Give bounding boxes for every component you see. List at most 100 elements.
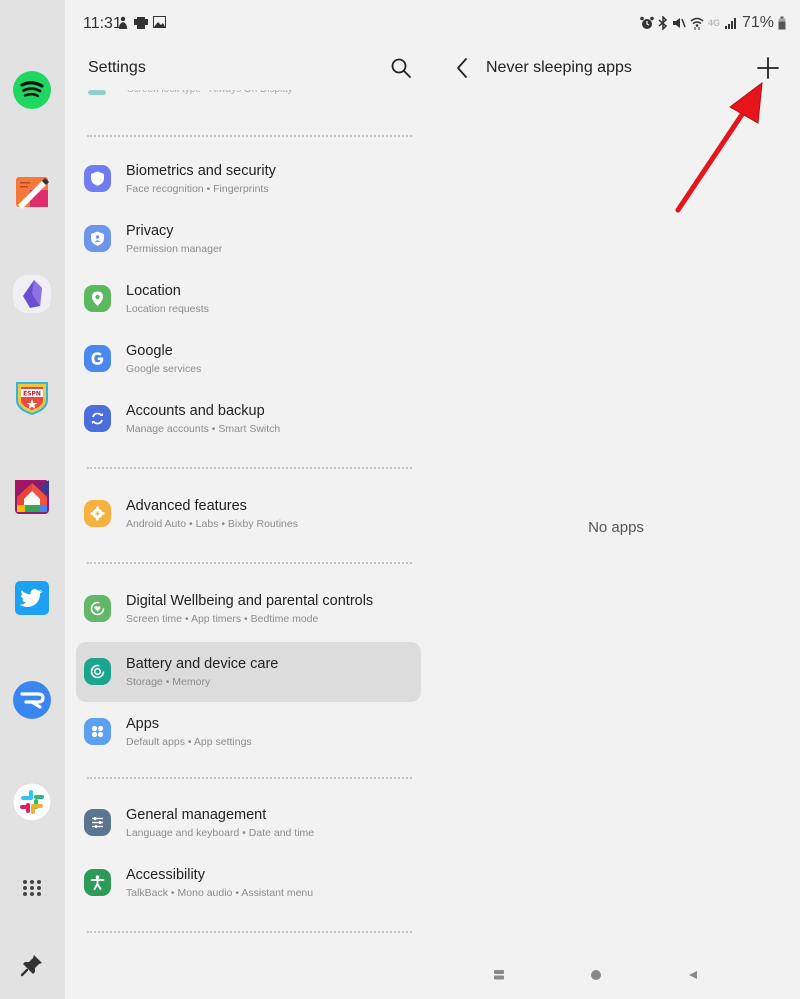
add-icon[interactable] [755,55,781,81]
settings-item-label: Digital Wellbeing and parental controls [126,593,374,609]
settings-item-label: General management [126,807,267,823]
navigation-bar [435,955,800,995]
device-care-icon [84,658,111,685]
accessibility-helper-icon [119,16,127,29]
taskbar-app-twitter[interactable] [12,578,52,618]
settings-item-subtitle: Location requests [126,303,209,315]
settings-item-apps[interactable]: Apps Default apps • App settings [76,702,421,762]
settings-item-biometrics-and-security[interactable]: Biometrics and security Face recognition … [76,149,421,209]
taskbar-app-spotify[interactable] [12,70,52,110]
mute-icon [672,18,686,28]
settings-item-subtitle: Face recognition • Fingerprints [126,183,269,195]
search-icon[interactable] [389,56,413,80]
settings-item-advanced-features[interactable]: Advanced features Android Auto • Labs • B… [76,484,421,544]
settings-item-digital-wellbeing-and-parental-controls[interactable]: Digital Wellbeing and parental controls S… [76,579,421,639]
taskbar-app-google-home[interactable] [12,477,52,517]
detail-title: Never sleeping apps [486,59,632,76]
wifi-icon [690,17,704,30]
settings-item-subtitle: Screen time • App timers • Bedtime mode [126,613,319,625]
wellbeing-icon [84,595,111,622]
grid-icon [23,880,41,896]
status-bar: 11:31 4G 71% [65,0,800,48]
list-item-subtitle: Screen lock type • Always On Display [127,90,293,95]
settings-item-location[interactable]: Location Location requests [76,269,421,329]
settings-item-label: Privacy [126,223,174,239]
gallery-icon [153,16,166,28]
spotify-icon [13,71,51,109]
back-nav-button[interactable] [685,967,701,983]
shield-icon [84,165,111,192]
google-icon [84,345,111,372]
settings-item-label: Apps [126,716,160,732]
settings-list-pane: Settings Screen lock type • Always On Di… [65,48,435,999]
settings-item-subtitle: TalkBack • Mono audio • Assistant menu [126,887,314,899]
recents-button[interactable] [491,967,507,983]
4g-icon: 4G [707,18,720,28]
taskbar-app-obsidian[interactable] [12,274,52,314]
system-status: 4G 71% [640,14,786,32]
settings-title: Settings [88,59,146,76]
privacy-shield-icon [84,225,111,252]
apps-grid-icon [84,718,111,745]
notification-icons [117,16,166,30]
slack-icon [12,782,52,822]
home-icon [591,970,601,980]
settings-item-label: Accounts and backup [126,403,265,419]
divider [87,562,412,564]
divider [87,777,412,779]
taskbar-app-slack[interactable] [12,782,52,822]
all-apps-button[interactable] [12,868,52,908]
recents-icon [494,970,504,980]
gear-plus-icon [84,500,111,527]
relay-icon [13,681,51,719]
settings-item-label: Location [126,283,181,299]
settings-item-subtitle: Google services [126,363,202,375]
taskbar-app-notes[interactable] [12,172,52,212]
twitter-icon [15,581,49,615]
location-pin-icon [84,285,111,312]
settings-item-accounts-and-backup[interactable]: Accounts and backup Manage accounts • Sma… [76,389,421,449]
settings-item-subtitle: Storage • Memory [126,676,211,688]
settings-item-subtitle: Manage accounts • Smart Switch [126,423,281,435]
divider [87,931,412,933]
settings-header: Settings [65,48,435,88]
settings-item-battery-and-device-care[interactable]: Battery and device care Storage • Memory [76,642,421,702]
settings-item-accessibility[interactable]: Accessibility TalkBack • Mono audio • Ass… [76,853,421,913]
alarm-icon [640,16,654,29]
settings-item-label: Battery and device care [126,656,279,672]
settings-item-google[interactable]: Google Google services [76,329,421,389]
taskbar-app-espn-fantasy[interactable]: ESPN [12,376,52,416]
divider [87,467,412,469]
detail-pane: Never sleeping apps No apps [435,48,800,999]
settings-item-subtitle: Default apps • App settings [126,736,252,748]
settings-item-label: Accessibility [126,867,205,883]
accessibility-icon [84,869,111,896]
notes-icon [16,177,49,209]
settings-item-privacy[interactable]: Privacy Permission manager [76,209,421,269]
obsidian-icon [13,275,51,313]
lock-screen-item-partial[interactable]: Screen lock type • Always On Display [80,90,420,106]
taskbar-app-relay[interactable] [12,680,52,720]
sync-icon [84,405,111,432]
espn-fantasy-icon: ESPN [16,382,48,415]
home-button[interactable] [588,967,604,983]
back-icon[interactable] [453,56,473,80]
taskbar: ESPN [0,0,65,999]
settings-item-label: Biometrics and security [126,163,276,179]
settings-item-subtitle: Android Auto • Labs • Bixby Routines [126,518,298,530]
empty-state-message: No apps [588,519,644,536]
signal-icon [724,18,736,29]
phone-cast-icon [134,17,148,29]
settings-item-label: Google [126,343,173,359]
sliders-icon [84,809,111,836]
screen: ESPN 11:31 4G 71% Settings Biometrics an… [0,0,800,999]
settings-item-subtitle: Language and keyboard • Date and time [126,827,315,839]
divider [87,135,412,137]
bluetooth-icon [658,16,668,30]
pin-icon [20,955,42,977]
lock-screen-icon [88,90,106,95]
settings-item-subtitle: Permission manager [126,243,223,255]
settings-item-general-management[interactable]: General management Language and keyboard … [76,793,421,853]
battery-icon [778,16,786,30]
pin-taskbar-button[interactable] [12,945,52,985]
